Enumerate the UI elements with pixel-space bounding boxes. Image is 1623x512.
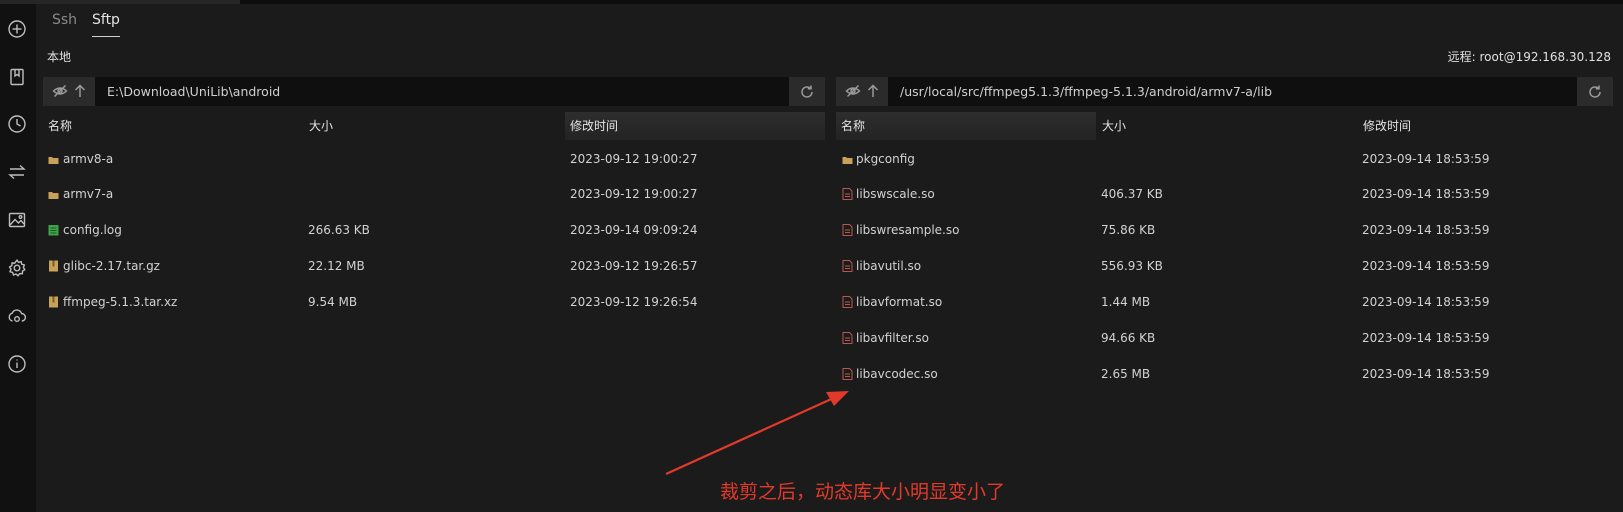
file-name: armv7-a	[63, 187, 114, 201]
local-file-row[interactable]: armv8-a 2023-09-12 19:00:27	[43, 143, 825, 175]
refresh-icon	[801, 85, 813, 98]
remote-file-row[interactable]: libavutil.so 556.93 KB 2023-09-14 18:53:…	[836, 250, 1613, 282]
file-mtime: 2023-09-14 18:53:59	[1362, 295, 1490, 309]
file-size: 94.66 KB	[1101, 331, 1156, 345]
add-icon[interactable]	[7, 19, 27, 39]
transfer-icon[interactable]	[7, 162, 27, 182]
column-header-size[interactable]: 大小	[1097, 112, 1357, 140]
file-mtime: 2023-09-14 18:53:59	[1362, 259, 1490, 273]
file-name: libavcodec.so	[856, 367, 938, 381]
local-path-buttons	[43, 77, 95, 106]
file-size: 22.12 MB	[308, 259, 365, 273]
file-mtime: 2023-09-14 09:09:24	[570, 223, 698, 237]
window-top-strip	[0, 0, 1623, 4]
bookmark-icon[interactable]	[7, 67, 27, 87]
cloud-sync-icon[interactable]	[7, 306, 27, 326]
annotation-text: 裁剪之后，动态库大小明显变小了	[720, 481, 1006, 503]
file-name: libswresample.so	[856, 223, 960, 237]
remote-refresh-button[interactable]	[1577, 77, 1613, 106]
local-table-header: 名称 大小 修改时间	[43, 112, 825, 140]
file-size: 75.86 KB	[1101, 223, 1156, 237]
local-panel-label: 本地	[47, 50, 72, 64]
go-up-icon[interactable]	[72, 83, 88, 99]
local-path-input[interactable]	[95, 77, 789, 106]
so-file-icon	[842, 260, 853, 272]
file-mtime: 2023-09-12 19:00:27	[570, 152, 698, 166]
archive-icon	[48, 296, 59, 308]
hide-hidden-files-icon[interactable]	[52, 83, 68, 99]
local-path-bar	[43, 77, 825, 106]
file-name: armv8-a	[63, 152, 114, 166]
log-file-icon	[48, 224, 59, 236]
file-size: 406.37 KB	[1101, 187, 1163, 201]
file-name: libavutil.so	[856, 259, 922, 273]
file-mtime: 2023-09-14 18:53:59	[1362, 187, 1490, 201]
file-size: 2.65 MB	[1101, 367, 1151, 381]
settings-icon[interactable]	[7, 258, 27, 278]
tab-ssh[interactable]: Ssh	[52, 12, 77, 36]
remote-file-row[interactable]: libswresample.so 75.86 KB 2023-09-14 18:…	[836, 214, 1613, 246]
file-size: 266.63 KB	[308, 223, 370, 237]
file-size: 9.54 MB	[308, 295, 358, 309]
file-name: config.log	[63, 223, 122, 237]
remote-file-row[interactable]: libavformat.so 1.44 MB 2023-09-14 18:53:…	[836, 286, 1613, 318]
window-top-strip-segment	[0, 0, 240, 4]
column-header-name[interactable]: 名称	[836, 112, 1096, 140]
remote-path-bar	[836, 77, 1613, 106]
column-header-name[interactable]: 名称	[43, 112, 303, 140]
remote-path-input[interactable]	[888, 77, 1577, 106]
file-name: libavformat.so	[856, 295, 943, 309]
history-icon[interactable]	[7, 114, 27, 134]
remote-file-row[interactable]: pkgconfig 2023-09-14 18:53:59	[836, 143, 1613, 175]
remote-table-header: 名称 大小 修改时间	[836, 112, 1613, 140]
tab-sftp[interactable]: Sftp	[92, 12, 120, 37]
local-refresh-button[interactable]	[789, 77, 825, 106]
so-file-icon	[842, 332, 853, 344]
column-header-mtime[interactable]: 修改时间	[1358, 112, 1613, 140]
remote-panel-label: 远程: root@192.168.30.128	[1447, 50, 1611, 64]
file-size: 1.44 MB	[1101, 295, 1151, 309]
remote-path-buttons	[836, 77, 888, 106]
remote-file-row[interactable]: libavfilter.so 94.66 KB 2023-09-14 18:53…	[836, 322, 1613, 354]
file-mtime: 2023-09-12 19:26:54	[570, 295, 698, 309]
file-mtime: 2023-09-12 19:26:57	[570, 259, 698, 273]
remote-file-row[interactable]: libswscale.so 406.37 KB 2023-09-14 18:53…	[836, 178, 1613, 210]
so-file-icon	[842, 296, 853, 308]
hide-hidden-files-icon[interactable]	[845, 83, 861, 99]
refresh-icon	[1589, 85, 1601, 98]
archive-icon	[48, 260, 59, 272]
file-name: libavfilter.so	[856, 331, 929, 345]
column-header-size[interactable]: 大小	[304, 112, 564, 140]
file-mtime: 2023-09-14 18:53:59	[1362, 367, 1490, 381]
file-mtime: 2023-09-12 19:00:27	[570, 187, 698, 201]
file-name: ffmpeg-5.1.3.tar.xz	[63, 295, 178, 309]
file-mtime: 2023-09-14 18:53:59	[1362, 223, 1490, 237]
so-file-icon	[842, 188, 853, 200]
local-file-row[interactable]: armv7-a 2023-09-12 19:00:27	[43, 178, 825, 210]
image-icon[interactable]	[7, 210, 27, 230]
file-mtime: 2023-09-14 18:53:59	[1362, 331, 1490, 345]
folder-icon	[48, 153, 59, 165]
info-icon[interactable]	[7, 354, 27, 374]
file-name: libswscale.so	[856, 187, 935, 201]
left-sidebar	[0, 4, 36, 512]
so-file-icon	[842, 224, 853, 236]
local-file-row[interactable]: config.log 266.63 KB 2023-09-14 09:09:24	[43, 214, 825, 246]
so-file-icon	[842, 368, 853, 380]
go-up-icon[interactable]	[865, 83, 881, 99]
local-file-row[interactable]: ffmpeg-5.1.3.tar.xz 9.54 MB 2023-09-12 1…	[43, 286, 825, 318]
column-header-mtime[interactable]: 修改时间	[565, 112, 825, 140]
file-size: 556.93 KB	[1101, 259, 1163, 273]
folder-icon	[48, 188, 59, 200]
local-file-row[interactable]: glibc-2.17.tar.gz 22.12 MB 2023-09-12 19…	[43, 250, 825, 282]
file-name: pkgconfig	[856, 152, 915, 166]
folder-icon	[842, 153, 853, 165]
file-mtime: 2023-09-14 18:53:59	[1362, 152, 1490, 166]
remote-file-row[interactable]: libavcodec.so 2.65 MB 2023-09-14 18:53:5…	[836, 358, 1613, 390]
file-name: glibc-2.17.tar.gz	[63, 259, 160, 273]
